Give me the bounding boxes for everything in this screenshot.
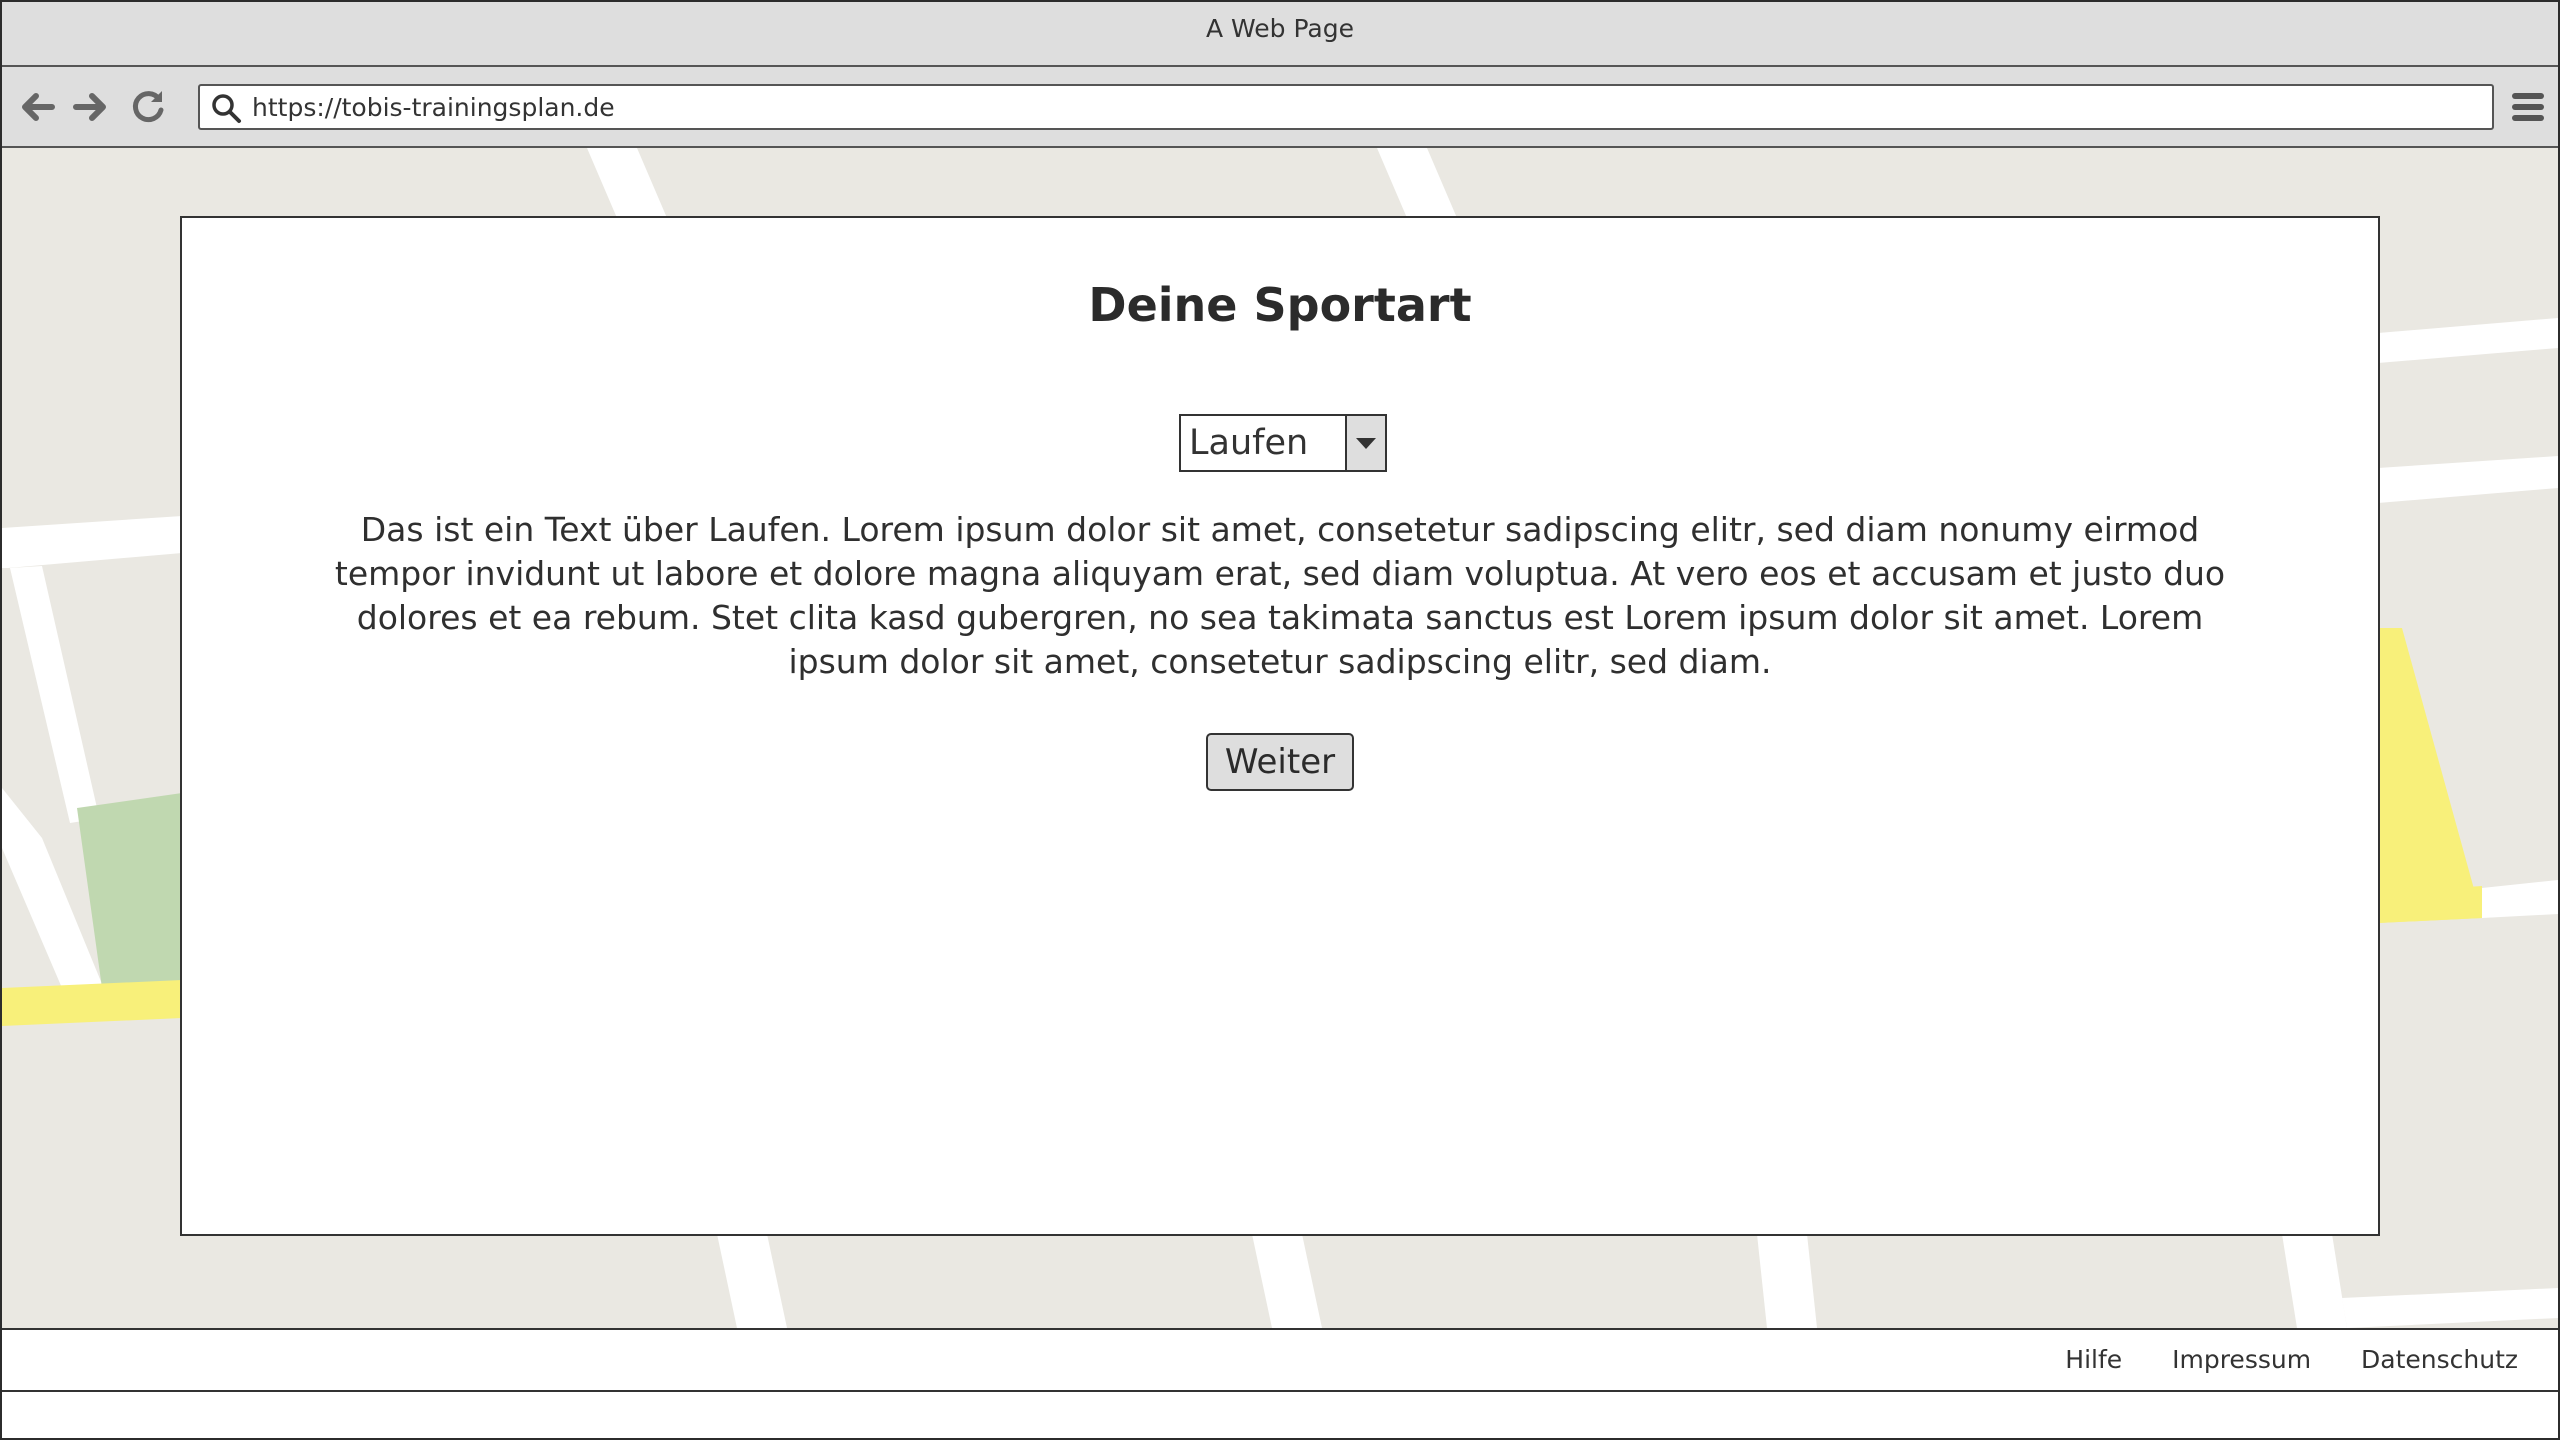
- arrow-right-icon: [73, 93, 106, 121]
- continue-button[interactable]: Weiter: [1206, 733, 1354, 791]
- address-bar[interactable]: [198, 84, 2494, 130]
- footer-link-help[interactable]: Hilfe: [2065, 1345, 2122, 1374]
- forward-button[interactable]: [68, 85, 112, 129]
- footer-link-privacy[interactable]: Datenschutz: [2361, 1345, 2518, 1374]
- sport-select-value: Laufen: [1189, 423, 1309, 463]
- status-bar: [2, 1392, 2558, 1438]
- footer-links: Hilfe Impressum Datenschutz: [2023, 1330, 2518, 1390]
- browser-toolbar: [2, 67, 2558, 148]
- sport-select[interactable]: Laufen: [1179, 414, 1387, 472]
- back-button[interactable]: [16, 85, 60, 129]
- page-footer: Hilfe Impressum Datenschutz: [2, 1328, 2558, 1392]
- arrow-left-icon: [22, 93, 55, 121]
- reload-icon: [132, 91, 164, 123]
- footer-link-imprint[interactable]: Impressum: [2172, 1345, 2311, 1374]
- sport-description: Das ist ein Text über Laufen. Lorem ipsu…: [334, 510, 2226, 681]
- page-title: Deine Sportart: [1088, 278, 1472, 332]
- browser-window: A Web Page https://tobis-trainingsplan.d…: [0, 0, 2560, 1440]
- dropdown-toggle[interactable]: [1345, 416, 1385, 470]
- chevron-down-icon: [1356, 438, 1376, 449]
- sport-selection-panel: Deine Sportart Laufen Das ist ein Text ü…: [180, 216, 2380, 1236]
- window-title: A Web Page: [2, 2, 2558, 67]
- hamburger-menu-icon: [2512, 93, 2544, 121]
- menu-button[interactable]: [2510, 87, 2546, 127]
- reload-button[interactable]: [126, 85, 170, 129]
- page-content: Deine Sportart Laufen Das ist ein Text ü…: [2, 148, 2558, 1328]
- search-icon: [212, 94, 241, 123]
- url-input[interactable]: [252, 86, 2472, 128]
